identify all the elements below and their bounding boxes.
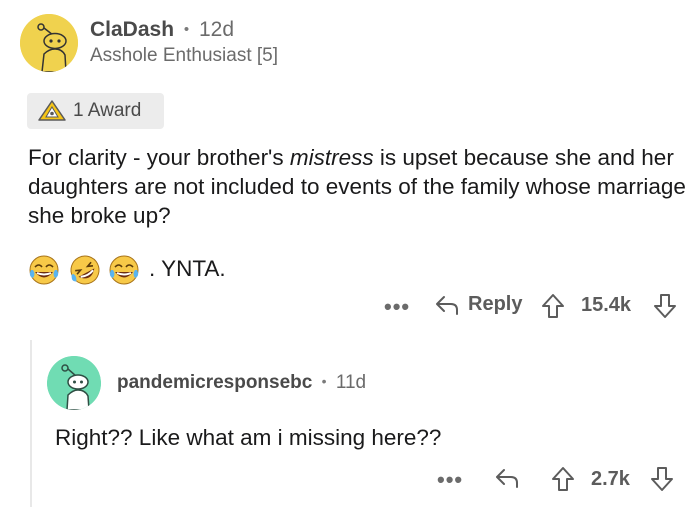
reply-avatar[interactable] xyxy=(47,356,101,410)
comment-age: 12d xyxy=(198,18,235,41)
joy-emoji-icon xyxy=(109,255,139,285)
snoo-avatar-icon xyxy=(20,14,78,72)
comment-author[interactable]: ClaDash xyxy=(90,18,174,41)
avatar[interactable] xyxy=(20,14,78,72)
reply-arrow-icon xyxy=(436,296,458,315)
thread-line[interactable] xyxy=(30,340,32,507)
reply-body: Right?? Like what am i missing here?? xyxy=(55,425,442,450)
reply-author[interactable]: pandemicresponsebc xyxy=(117,372,312,393)
upvote-icon[interactable] xyxy=(541,293,565,319)
reply-arrow-icon[interactable] xyxy=(494,467,520,489)
reply-more-options-button[interactable]: ••• xyxy=(437,467,463,493)
reply-downvote-icon[interactable] xyxy=(650,466,674,492)
award-icon xyxy=(38,100,66,121)
award-label: 1 Award xyxy=(73,100,142,121)
comment-meta: ClaDash • 12d xyxy=(90,18,234,42)
comment-text-italic: mistress xyxy=(289,145,374,170)
downvote-icon[interactable] xyxy=(653,293,677,319)
comment-body: For clarity - your brother's mistress is… xyxy=(28,143,688,230)
snoo-avatar-icon xyxy=(47,356,101,410)
reply-meta: pandemicresponsebc • 11d xyxy=(117,372,366,394)
reply-upvote-icon[interactable] xyxy=(551,466,575,492)
joy-emoji-icon xyxy=(29,255,59,285)
reply-age: 11d xyxy=(335,372,367,393)
meta-separator: • xyxy=(183,21,190,38)
more-options-button[interactable]: ••• xyxy=(384,294,410,320)
comment-text-part1: For clarity - your brother's xyxy=(28,145,290,170)
rofl-emoji-icon xyxy=(70,255,100,285)
reply-label: Reply xyxy=(468,293,523,315)
emoji-group xyxy=(29,255,139,285)
emoji-suffix-text: . YNTA. xyxy=(149,256,226,281)
reply-vote-score: 2.7k xyxy=(591,468,630,490)
vote-score: 15.4k xyxy=(581,294,632,316)
user-flair: Asshole Enthusiast [5] xyxy=(90,45,278,66)
meta-separator: • xyxy=(321,373,327,389)
